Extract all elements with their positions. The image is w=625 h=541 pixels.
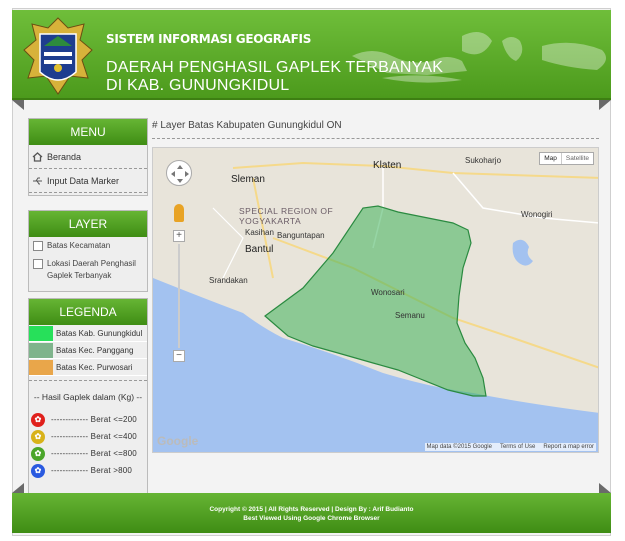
blue-marker-icon: ✿: [31, 463, 45, 478]
legenda-heading: LEGENDA: [29, 299, 147, 325]
menu-item-label: Beranda: [47, 151, 82, 162]
hasil-gaplek-heading: -- Hasil Gaplek dalam (Kg) --: [29, 380, 147, 411]
map-label-klaten: Klaten: [373, 160, 402, 171]
zoom-in-button[interactable]: +: [173, 230, 185, 242]
street-view-pegman-icon[interactable]: [174, 204, 184, 222]
app-subtitle-line1: DAERAH PENGHASIL GAPLEK TERBANYAK: [106, 59, 444, 76]
zoom-slider[interactable]: [178, 244, 180, 348]
map-label-wonogiri: Wonogiri: [521, 210, 553, 219]
map-type-map-button[interactable]: Map: [540, 153, 561, 164]
map-label-kasihan: Kasihan: [245, 228, 274, 237]
indonesia-map-decoration: [352, 32, 606, 83]
footer-fold-right: [599, 483, 611, 493]
layer-item-label: Lokasi Daerah Penghasil Gaplek Terbanyak: [47, 259, 136, 280]
usb-icon: [33, 177, 42, 184]
legend-swatch: [29, 325, 53, 341]
menu-item-beranda[interactable]: Beranda: [29, 145, 147, 169]
google-logo: Google: [157, 434, 199, 448]
berat-row: ✿ ------------- Berat <=400: [29, 428, 147, 445]
berat-label: ------------- Berat <=800: [51, 449, 137, 458]
layer-heading: LAYER: [29, 211, 147, 237]
menu-item-input-data-marker[interactable]: Input Data Marker: [29, 169, 147, 193]
map-type-satellite-button[interactable]: Satellite: [560, 153, 593, 164]
layer-item-lokasi-gaplek: Lokasi Daerah Penghasil Gaplek Terbanyak: [29, 255, 147, 285]
legend-swatch: [29, 359, 53, 375]
header-fold-left: [12, 100, 24, 110]
header-banner: SISTEM INFORMASI GEOGRAFIS DAERAH PENGHA…: [12, 10, 611, 100]
legend-label: Batas Kec. Purwosari: [56, 362, 133, 372]
footer-fold-left: [12, 483, 24, 493]
map-label-banguntapan: Banguntapan: [277, 231, 325, 240]
pan-control[interactable]: [166, 160, 192, 186]
map-label-sukoharjo: Sukoharjo: [465, 156, 502, 165]
zoom-out-button[interactable]: −: [173, 350, 185, 362]
map-label-sleman: Sleman: [231, 174, 265, 185]
map-data-text: Map data ©2015 Google: [426, 444, 492, 450]
green-marker-icon: ✿: [31, 446, 45, 461]
menu-panel: MENU Beranda Input Data Marker: [28, 118, 148, 196]
layer-panel: LAYER Batas Kecamatan Lokasi Daerah Peng…: [28, 210, 148, 292]
map-type-control: Map Satellite: [539, 152, 594, 165]
lokasi-gaplek-checkbox[interactable]: [33, 259, 43, 269]
legend-label: Batas Kab. Gunungkidul: [56, 328, 143, 338]
berat-label: ------------- Berat >800: [51, 466, 133, 475]
google-map[interactable]: Map Satellite + − Klaten Sleman Sukoharj…: [152, 147, 599, 453]
footer-browser-note: Best Viewed Using Google Chrome Browser: [243, 515, 380, 522]
legenda-panel: LEGENDA Batas Kab. Gunungkidul Batas Kec…: [28, 298, 148, 494]
map-label-srandakan: Srandakan: [209, 276, 248, 285]
legend-label: Batas Kec. Panggang: [56, 345, 134, 355]
map-label-region: SPECIAL REGION OF YOGYAKARTA: [239, 206, 334, 226]
home-icon: [32, 151, 43, 162]
batas-kecamatan-checkbox[interactable]: [33, 241, 43, 251]
divider: [152, 138, 599, 139]
footer: Copyright © 2015 | All Rights Reserved |…: [12, 493, 611, 533]
layer-status-text: # Layer Batas Kabupaten Gunungkidul ON: [152, 120, 342, 131]
red-marker-icon: ✿: [31, 412, 45, 427]
app-title: SISTEM INFORMASI GEOGRAFIS: [106, 32, 312, 46]
berat-row: ✿ ------------- Berat <=800: [29, 445, 147, 462]
menu-item-label: Input Data Marker: [47, 175, 120, 186]
header-fold-right: [599, 100, 611, 110]
legend-row: Batas Kec. Purwosari: [29, 359, 147, 376]
map-label-semanu: Semanu: [395, 311, 425, 320]
legend-swatch: [29, 342, 53, 358]
layer-item-label: Batas Kecamatan: [47, 241, 111, 250]
map-label-bantul: Bantul: [245, 244, 274, 255]
berat-row: ✿ ------------- Berat >800: [29, 462, 147, 479]
map-attribution: Map data ©2015 Google Terms of Use Repor…: [424, 443, 596, 451]
berat-label: ------------- Berat <=200: [51, 415, 137, 424]
yellow-marker-icon: ✿: [31, 429, 45, 444]
berat-label: ------------- Berat <=400: [51, 432, 137, 441]
pan-arrows-icon: [171, 165, 189, 183]
map-canvas: [153, 148, 598, 452]
berat-row: ✿ ------------- Berat <=200: [29, 411, 147, 428]
legend-row: Batas Kec. Panggang: [29, 342, 147, 359]
app-subtitle-line2: DI KAB. GUNUNGKIDUL: [106, 77, 290, 94]
terms-of-use-link[interactable]: Terms of Use: [500, 444, 535, 450]
report-map-error-link[interactable]: Report a map error: [543, 444, 594, 450]
menu-heading: MENU: [29, 119, 147, 145]
gunungkidul-logo: [23, 17, 93, 95]
legend-row: Batas Kab. Gunungkidul: [29, 325, 147, 342]
footer-copyright: Copyright © 2015 | All Rights Reserved |…: [209, 506, 414, 513]
map-label-wonosari: Wonosari: [371, 288, 405, 297]
layer-item-batas-kecamatan: Batas Kecamatan: [29, 237, 147, 255]
